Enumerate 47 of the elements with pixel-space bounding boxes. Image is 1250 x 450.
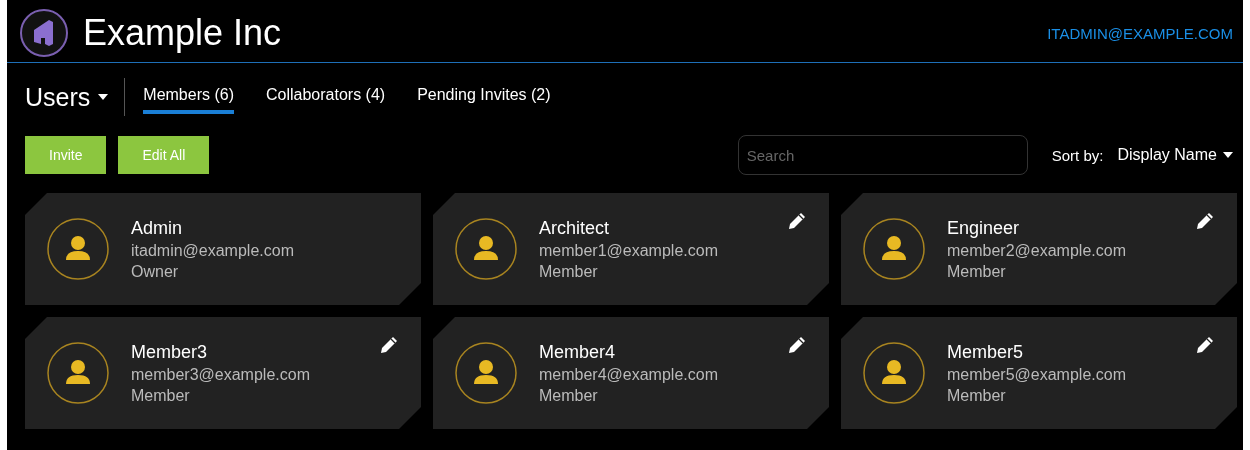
caret-icon[interactable]	[98, 94, 109, 100]
avatar-icon	[455, 342, 517, 404]
member-role: Member	[947, 262, 1007, 281]
member-role: Member	[539, 262, 599, 281]
avatar-icon	[455, 218, 517, 280]
pencil-icon[interactable]	[1195, 211, 1215, 231]
member-name: Admin	[131, 217, 184, 239]
member-card[interactable]: Member4 member4@example.com Member	[433, 317, 829, 429]
member-role: Owner	[131, 262, 180, 281]
sort-dropdown[interactable]: Display Name	[1117, 146, 1233, 164]
member-name: Engineer	[947, 217, 1021, 239]
member-card[interactable]: Architect member1@example.com Member	[433, 193, 829, 305]
pencil-icon[interactable]	[787, 335, 807, 355]
member-card[interactable]: Member5 member5@example.com Member	[841, 317, 1237, 429]
search-field[interactable]: Search	[737, 135, 1028, 175]
section-title: Users	[25, 82, 91, 112]
member-name: Architect	[539, 217, 611, 239]
avatar-icon	[47, 218, 109, 280]
member-email: member5@example.com	[947, 365, 1126, 384]
pencil-icon[interactable]	[1195, 335, 1215, 355]
member-role: Member	[131, 386, 191, 405]
member-email: member4@example.com	[539, 365, 718, 384]
tab[interactable]: Pending Invites (2)	[417, 80, 551, 114]
pencil-icon[interactable]	[379, 335, 399, 355]
avatar-icon	[863, 218, 925, 280]
pencil-icon[interactable]	[787, 211, 807, 231]
member-email: itadmin@example.com	[131, 241, 294, 260]
member-email: member3@example.com	[131, 365, 310, 384]
user-link[interactable]: ITADMIN@EXAMPLE.COM	[1047, 24, 1233, 42]
member-card[interactable]: Engineer member2@example.com Member	[841, 193, 1237, 305]
logo-icon	[19, 8, 69, 58]
member-card[interactable]: Admin itadmin@example.com Owner	[25, 193, 421, 305]
avatar-icon	[863, 342, 925, 404]
avatar-icon	[47, 342, 109, 404]
member-email: member1@example.com	[539, 241, 718, 260]
member-card[interactable]: Member3 member3@example.com Member	[25, 317, 421, 429]
tab[interactable]: Members (6)	[143, 80, 234, 114]
sort-label: Sort by:	[1051, 146, 1104, 164]
member-name: Member4	[539, 341, 617, 363]
caret-icon	[1223, 152, 1233, 158]
tab[interactable]: Collaborators (4)	[266, 80, 386, 114]
member-email: member2@example.com	[947, 241, 1126, 260]
member-name: Member5	[947, 341, 1025, 363]
member-role: Member	[539, 386, 599, 405]
app-title: Example Inc	[83, 12, 283, 54]
member-role: Member	[947, 386, 1007, 405]
member-name: Member3	[131, 341, 209, 363]
